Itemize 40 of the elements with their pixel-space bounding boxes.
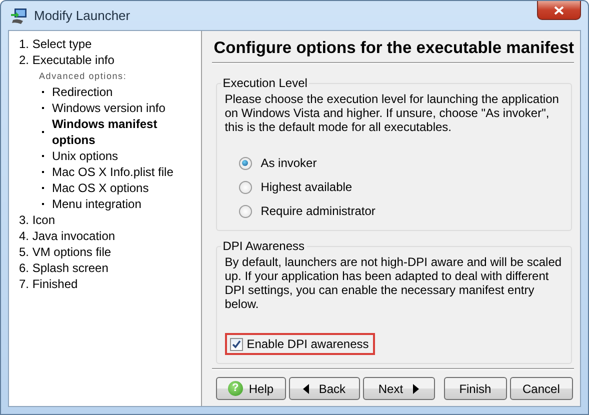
step-item: 3. Icon (19, 212, 56, 228)
close-icon (554, 6, 564, 14)
checkbox[interactable] (230, 338, 243, 350)
radio-label: As invoker (260, 156, 317, 170)
window-title: Modify Launcher (34, 8, 130, 23)
step-item: 4. Java invocation (19, 228, 116, 244)
step-item: Mac OS X options (52, 180, 149, 196)
dialog-button[interactable]: Cancel (510, 377, 573, 400)
left-triangle-icon (302, 384, 309, 394)
step-item: Redirection (52, 84, 113, 100)
radio-label: Require administrator (260, 204, 376, 218)
step-item: 5. VM options file (19, 244, 112, 260)
step-item: Windows version info (52, 100, 166, 116)
radio-button[interactable] (238, 204, 252, 218)
step-item: 6. Splash screen (19, 260, 110, 276)
description-text: Please choose the execution level for launching the application on Windows Vista and higher. If unsure, choose "As invoker", this is the default mode for all executables. (224, 92, 560, 134)
close-button[interactable] (537, 1, 581, 20)
step-item: 1. Select type (19, 36, 93, 52)
dialog-button[interactable]: Finish (444, 377, 507, 400)
right-triangle-icon (413, 384, 420, 394)
next-button[interactable]: Next (362, 377, 435, 400)
step-item: Mac OS X Info.plist file (52, 164, 174, 180)
computer-icon (10, 6, 28, 24)
help-button[interactable]: ? Help (216, 377, 286, 400)
description-text: By default, launchers are not high-DPI aware and will be scaled up. If your application has been adapted to deal with different DPI settings, you can enable the necessary manifest entry below. (224, 255, 563, 311)
step-item: 2. Executable info (19, 52, 116, 68)
group-title: DPI Awareness (222, 239, 306, 253)
step-item: 7. Finished (19, 276, 79, 292)
step-item: Windows manifest options (52, 116, 158, 148)
back-button[interactable]: Back (288, 377, 360, 400)
radio-label: Highest available (260, 180, 352, 194)
step-item: Menu integration (52, 196, 142, 212)
help-icon: ? (228, 381, 243, 396)
step-item: Unix options (52, 148, 118, 164)
radio-button[interactable] (238, 180, 252, 194)
subheading: Advanced options: (39, 70, 128, 83)
group-title: Execution Level (222, 76, 308, 90)
page-title: Configure options for the executable manifest (212, 38, 574, 59)
radio-button[interactable] (238, 156, 252, 170)
checkbox-label: Enable DPI awareness (246, 337, 369, 351)
